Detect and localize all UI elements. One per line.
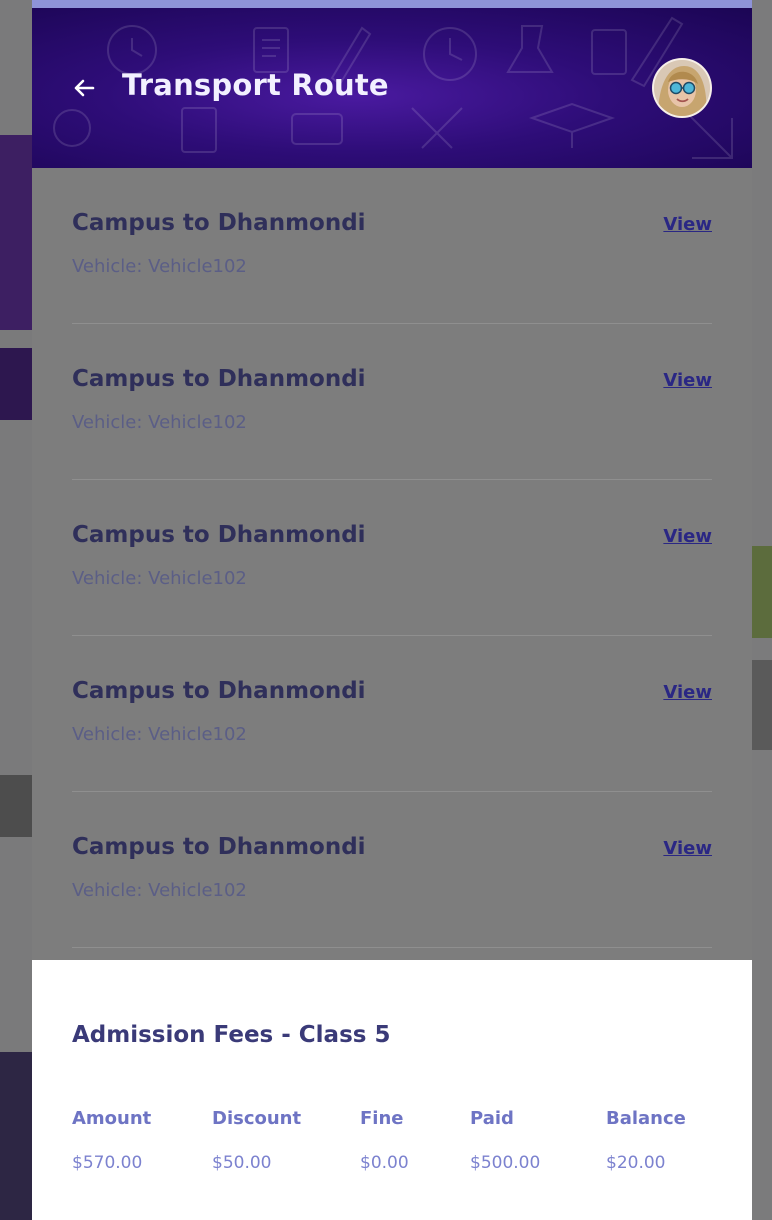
fee-label: Paid <box>470 1108 514 1129</box>
route-vehicle: Vehicle: Vehicle102 <box>72 880 247 901</box>
fee-value: $20.00 <box>606 1153 666 1173</box>
fee-column-amount: Amount $570.00 <box>72 1108 151 1173</box>
modal-header: Transport Route <box>32 8 752 168</box>
view-route-link[interactable]: View <box>663 526 712 547</box>
route-name: Campus to Dhanmondi <box>72 366 366 392</box>
fee-label: Balance <box>606 1108 686 1129</box>
route-list: Campus to Dhanmondi Vehicle: Vehicle102 … <box>72 168 712 948</box>
route-vehicle: Vehicle: Vehicle102 <box>72 568 247 589</box>
fee-value: $500.00 <box>470 1153 541 1173</box>
fee-value: $0.00 <box>360 1153 409 1173</box>
fee-details-sheet: Admission Fees - Class 5 Amount $570.00 … <box>32 960 752 1220</box>
route-item[interactable]: Campus to Dhanmondi Vehicle: Vehicle102 … <box>72 168 712 324</box>
fee-column-fine: Fine $0.00 <box>360 1108 409 1173</box>
view-route-link[interactable]: View <box>663 370 712 391</box>
route-item[interactable]: Campus to Dhanmondi Vehicle: Vehicle102 … <box>72 480 712 636</box>
fee-column-discount: Discount $50.00 <box>212 1108 301 1173</box>
route-name: Campus to Dhanmondi <box>72 522 366 548</box>
route-vehicle: Vehicle: Vehicle102 <box>72 724 247 745</box>
fee-label: Amount <box>72 1108 152 1129</box>
route-name: Campus to Dhanmondi <box>72 210 366 236</box>
route-vehicle: Vehicle: Vehicle102 <box>72 412 247 433</box>
fee-column-paid: Paid $500.00 <box>470 1108 540 1173</box>
user-avatar-image <box>654 60 710 116</box>
arrow-left-icon <box>71 75 97 101</box>
fee-title: Admission Fees - Class 5 <box>72 1022 391 1048</box>
view-route-link[interactable]: View <box>663 682 712 703</box>
modal-accent-bar <box>32 0 752 8</box>
avatar[interactable] <box>652 58 712 118</box>
fee-value: $570.00 <box>72 1153 143 1173</box>
back-button[interactable] <box>68 72 100 104</box>
route-name: Campus to Dhanmondi <box>72 678 366 704</box>
fee-value: $50.00 <box>212 1153 272 1173</box>
transport-route-modal: Transport Route Campus to Dhanmondi Vehi… <box>32 0 752 1220</box>
fee-label: Discount <box>212 1108 302 1129</box>
fee-column-balance: Balance $20.00 <box>606 1108 686 1173</box>
view-route-link[interactable]: View <box>663 838 712 859</box>
route-name: Campus to Dhanmondi <box>72 834 366 860</box>
page-title: Transport Route <box>122 68 389 102</box>
route-item[interactable]: Campus to Dhanmondi Vehicle: Vehicle102 … <box>72 792 712 948</box>
route-item[interactable]: Campus to Dhanmondi Vehicle: Vehicle102 … <box>72 636 712 792</box>
fee-label: Fine <box>360 1108 404 1129</box>
view-route-link[interactable]: View <box>663 214 712 235</box>
route-item[interactable]: Campus to Dhanmondi Vehicle: Vehicle102 … <box>72 324 712 480</box>
route-vehicle: Vehicle: Vehicle102 <box>72 256 247 277</box>
